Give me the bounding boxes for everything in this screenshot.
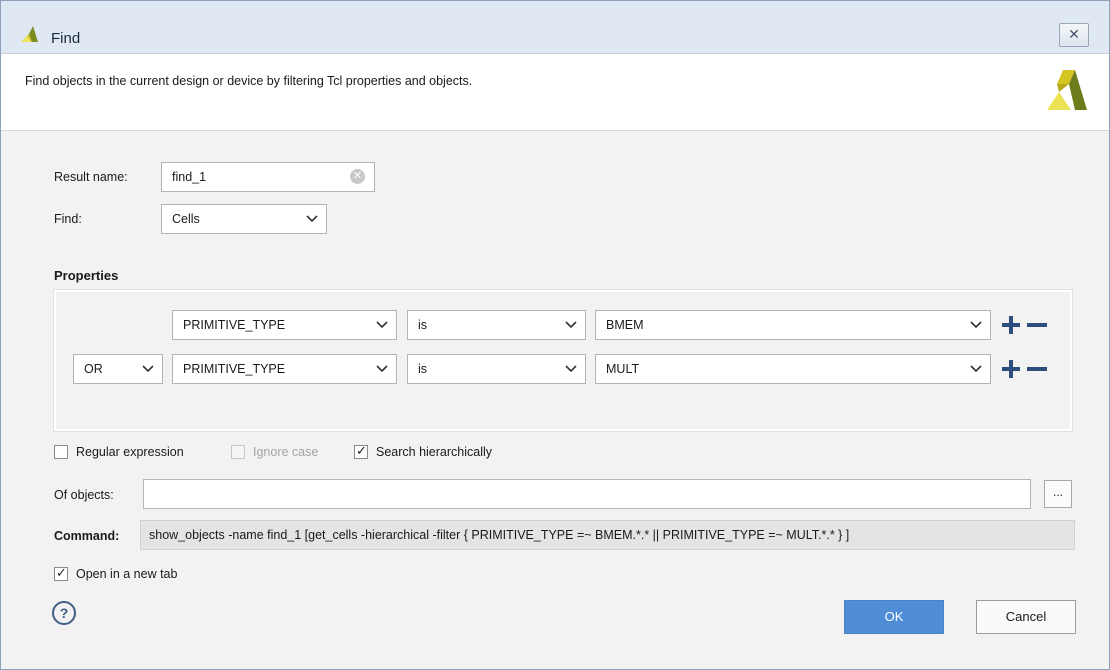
close-icon: ✕ bbox=[1068, 26, 1080, 42]
ignore-case-checkbox bbox=[231, 445, 245, 459]
properties-title: Properties bbox=[54, 268, 119, 283]
chevron-down-icon bbox=[970, 365, 982, 373]
dialog-title: Find bbox=[51, 30, 81, 47]
of-objects-input[interactable] bbox=[143, 479, 1031, 509]
command-label: Command: bbox=[54, 529, 120, 543]
condition-select-1[interactable]: is bbox=[407, 310, 586, 340]
browse-objects-button[interactable]: ... bbox=[1044, 480, 1072, 508]
app-logo-icon bbox=[21, 26, 38, 42]
open-new-tab-label[interactable]: Open in a new tab bbox=[76, 567, 177, 581]
check-icon: ✓ bbox=[56, 565, 67, 580]
value-select-1[interactable]: BMEM bbox=[595, 310, 991, 340]
dialog-header: Find objects in the current design or de… bbox=[1, 54, 1109, 131]
add-row-icon[interactable] bbox=[1002, 360, 1020, 378]
find-label: Find: bbox=[54, 212, 82, 226]
open-new-tab-checkbox[interactable]: ✓ bbox=[54, 565, 68, 581]
condition-select-2[interactable]: is bbox=[407, 354, 586, 384]
chevron-down-icon bbox=[565, 321, 577, 329]
result-name-input[interactable]: find_1 bbox=[161, 162, 375, 192]
regular-expression-label[interactable]: Regular expression bbox=[76, 445, 184, 459]
ignore-case-label: Ignore case bbox=[253, 445, 319, 459]
of-objects-label: Of objects: bbox=[54, 488, 114, 502]
remove-row-icon[interactable] bbox=[1027, 360, 1047, 378]
result-name-label: Result name: bbox=[54, 170, 128, 184]
add-row-icon[interactable] bbox=[1002, 316, 1020, 334]
dialog-description: Find objects in the current design or de… bbox=[25, 74, 473, 88]
ok-button[interactable]: OK bbox=[844, 600, 944, 634]
find-dialog: Find ✕ Find objects in the current desig… bbox=[0, 0, 1110, 670]
brand-logo-icon bbox=[1047, 70, 1087, 110]
property-select-2[interactable]: PRIMITIVE_TYPE bbox=[172, 354, 397, 384]
chevron-down-icon bbox=[565, 365, 577, 373]
property-select-1[interactable]: PRIMITIVE_TYPE bbox=[172, 310, 397, 340]
find-type-select[interactable]: Cells bbox=[161, 204, 327, 234]
value-select-2[interactable]: MULT bbox=[595, 354, 991, 384]
search-hierarchically-checkbox[interactable]: ✓ bbox=[354, 443, 368, 459]
clear-icon[interactable]: ✕ bbox=[350, 169, 365, 184]
remove-row-icon[interactable] bbox=[1027, 316, 1047, 334]
command-preview: show_objects -name find_1 [get_cells -hi… bbox=[140, 520, 1075, 550]
search-hierarchically-label[interactable]: Search hierarchically bbox=[376, 445, 492, 459]
help-button[interactable]: ? bbox=[52, 601, 76, 625]
title-bar[interactable]: Find ✕ bbox=[1, 1, 1109, 54]
check-icon: ✓ bbox=[356, 443, 367, 458]
close-button[interactable]: ✕ bbox=[1059, 23, 1089, 47]
regular-expression-checkbox[interactable] bbox=[54, 445, 68, 459]
chevron-down-icon bbox=[142, 365, 154, 373]
operator-select-2[interactable]: OR bbox=[73, 354, 163, 384]
chevron-down-icon bbox=[970, 321, 982, 329]
chevron-down-icon bbox=[306, 215, 318, 223]
cancel-button[interactable]: Cancel bbox=[976, 600, 1076, 634]
chevron-down-icon bbox=[376, 365, 388, 373]
chevron-down-icon bbox=[376, 321, 388, 329]
